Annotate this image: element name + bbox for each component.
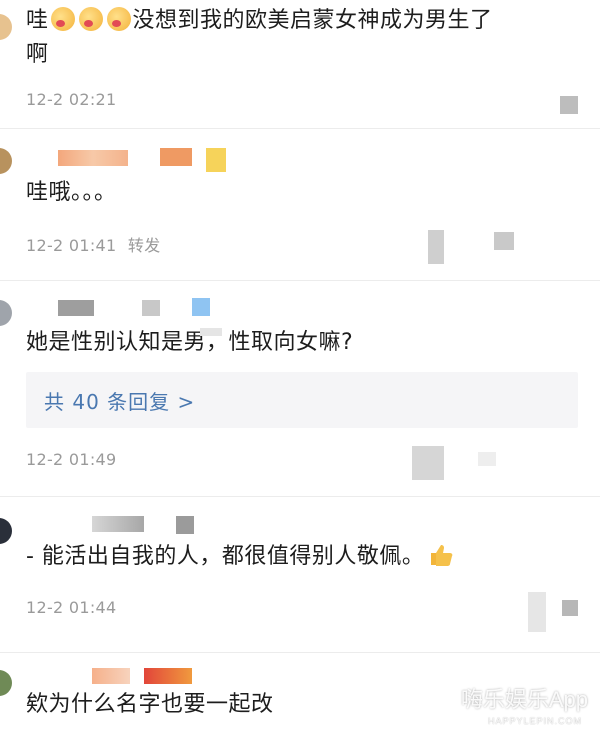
badge-blurred <box>206 148 226 172</box>
badge-blurred <box>192 298 210 316</box>
view-replies-link[interactable]: 共 40 条回复 > <box>44 386 195 415</box>
blurred-icon[interactable] <box>562 600 578 616</box>
blurred-icon[interactable] <box>560 96 578 114</box>
repost-link[interactable]: 转发 <box>128 236 161 255</box>
comment-text: 哇 没想到我的欧美启蒙女神成为男生了 <box>26 6 493 36</box>
comment-text: 哇哦。。。 <box>26 180 117 205</box>
timestamp: 12-2 02:21 <box>26 90 117 109</box>
username-blurred[interactable] <box>144 668 192 684</box>
avatar[interactable] <box>0 300 12 326</box>
timestamp: 12-2 01:49 <box>26 450 117 469</box>
comment-text-line2: 啊 <box>26 42 49 67</box>
watermark-subtitle: HAPPYLEPIN.COM <box>487 716 582 726</box>
blurred-icon[interactable] <box>528 592 546 632</box>
comment-text: 欸为什么名字也要一起改 <box>26 692 274 717</box>
avatar[interactable] <box>0 670 12 696</box>
comment-text-body: - 能活出自我的人，都很值得别人敬佩。 <box>26 544 425 569</box>
badge-blurred <box>176 516 194 534</box>
reply-summary[interactable]: 共 40 条回复 > <box>26 372 578 428</box>
divider <box>0 280 600 281</box>
username-blurred[interactable] <box>58 300 94 316</box>
blurred-artifact <box>200 328 222 336</box>
comment-text-prefix: 哇 <box>26 8 49 33</box>
thumbs-up-icon <box>431 545 453 566</box>
comment-text-body: 没想到我的欧美启蒙女神成为男生了 <box>132 8 493 33</box>
avatar[interactable] <box>0 148 12 174</box>
emoji-icon <box>106 7 131 31</box>
username-blurred[interactable] <box>160 148 192 166</box>
comment-text: - 能活出自我的人，都很值得别人敬佩。 <box>26 542 454 572</box>
username-blurred[interactable] <box>142 300 160 316</box>
divider <box>0 128 600 129</box>
username-blurred[interactable] <box>92 668 130 684</box>
blurred-icon[interactable] <box>428 230 444 264</box>
emoji-icon <box>78 7 103 31</box>
blurred-icon[interactable] <box>412 446 444 480</box>
blurred-icon[interactable] <box>494 232 514 250</box>
timestamp-and-action: 12-2 01:41 转发 <box>26 232 161 256</box>
watermark: 嗨乐娱乐App <box>460 687 588 712</box>
username-blurred[interactable] <box>58 150 128 166</box>
avatar[interactable] <box>0 14 12 40</box>
avatar[interactable] <box>0 518 12 544</box>
timestamp: 12-2 01:41 <box>26 236 117 255</box>
timestamp: 12-2 01:44 <box>26 598 117 617</box>
divider <box>0 496 600 497</box>
username-blurred[interactable] <box>92 516 144 532</box>
divider <box>0 652 600 653</box>
emoji-icon <box>50 7 75 31</box>
comment-text: 她是性别认知是男，性取向女嘛? <box>26 330 354 355</box>
blurred-icon[interactable] <box>478 452 496 466</box>
